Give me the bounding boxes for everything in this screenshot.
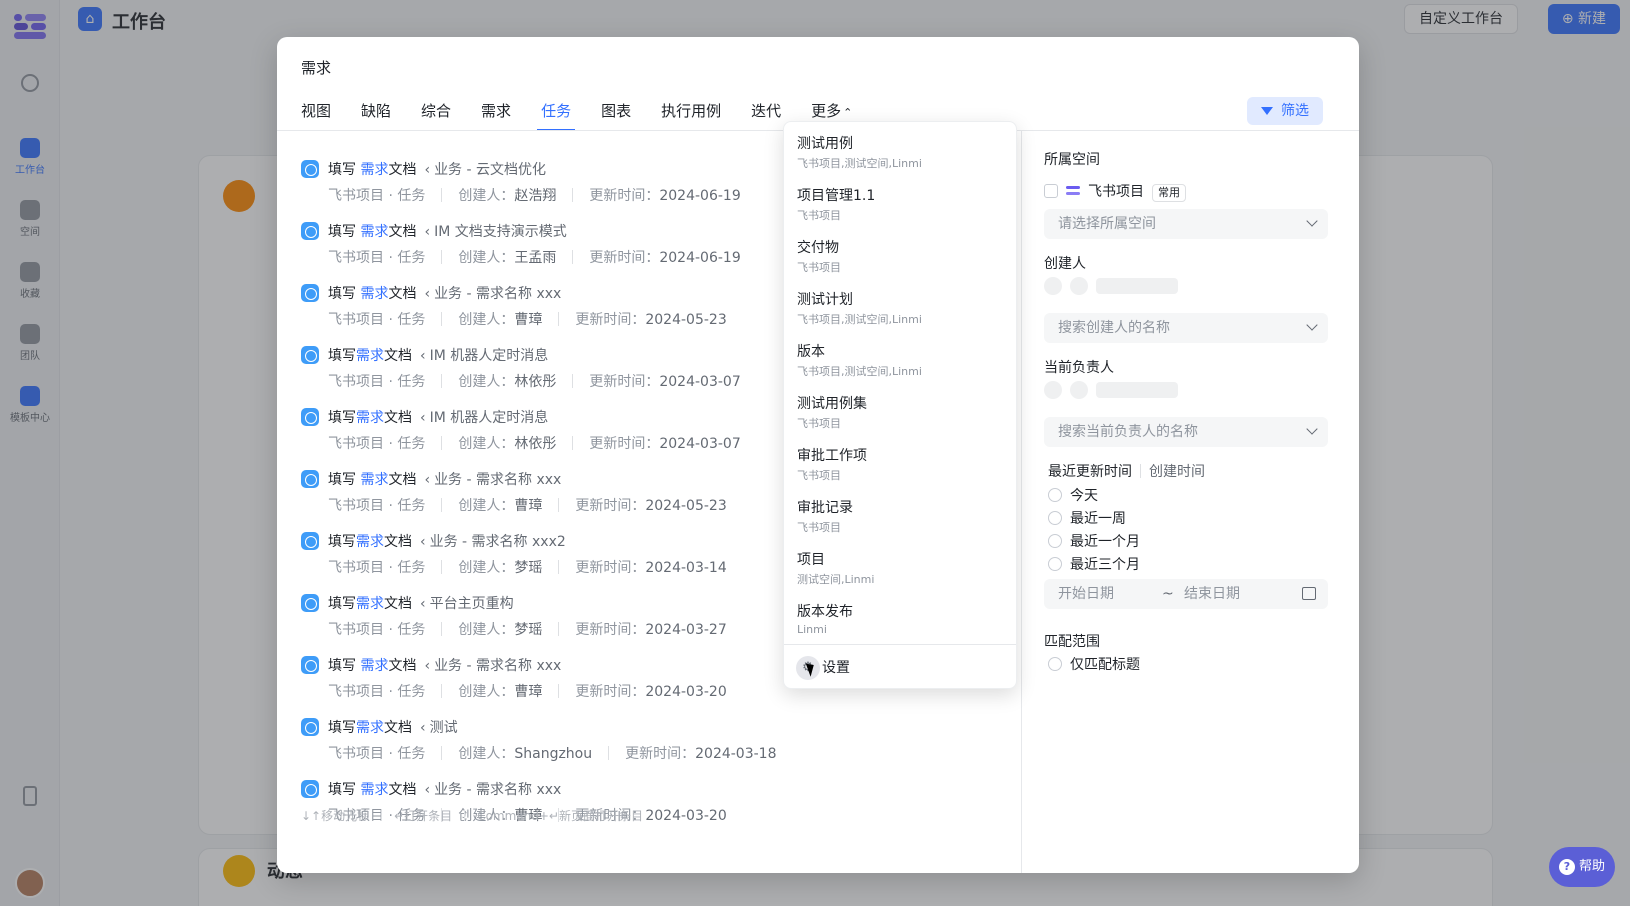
result-title: 填写 需求文档 ‹ 业务 - 需求名称 xxx bbox=[328, 472, 562, 488]
chevron-left-icon: ‹ bbox=[424, 286, 431, 302]
radio-title-only[interactable]: 仅匹配标题 bbox=[1048, 654, 1140, 674]
space-option-feishu[interactable]: 飞书项目 常用 bbox=[1044, 181, 1186, 202]
menu-item[interactable]: 测试计划 飞书项目,测试空间,Linmi bbox=[784, 282, 1016, 334]
task-icon bbox=[301, 594, 319, 612]
task-icon bbox=[301, 222, 319, 240]
menu-item[interactable]: 项目管理1.1 飞书项目 bbox=[784, 178, 1016, 230]
result-meta: 飞书项目 · 任务 创建人：王孟雨 更新时间：2024-06-19 bbox=[328, 250, 741, 266]
tab-view[interactable]: 视图 bbox=[301, 99, 331, 131]
menu-settings[interactable]: ⚙ 设置 bbox=[796, 653, 850, 683]
task-icon bbox=[301, 532, 319, 550]
menu-item[interactable]: 版本发布 Linmi bbox=[784, 594, 1016, 646]
result-meta: 飞书项目 · 任务 创建人：梦瑶 更新时间：2024-03-27 bbox=[328, 622, 727, 638]
radio-last-three-months[interactable]: 最近三个月 bbox=[1048, 554, 1140, 574]
chevron-left-icon: ‹ bbox=[424, 224, 431, 240]
tab-all[interactable]: 综合 bbox=[421, 99, 451, 131]
chevron-left-icon: ‹ bbox=[420, 348, 426, 364]
more-menu: ⚙ 设置 测试用例 飞书项目,测试空间,Linmi 项目管理1.1 飞书项目 交付物 飞书项… bbox=[783, 121, 1017, 689]
task-icon bbox=[301, 284, 319, 302]
creator-filter-label: 创建人 bbox=[1044, 256, 1086, 272]
chevron-left-icon: ‹ bbox=[424, 472, 431, 488]
result-title: 填写需求文档 ‹ IM 机器人定时消息 bbox=[328, 410, 549, 426]
task-icon bbox=[301, 718, 319, 736]
result-meta: 飞书项目 · 任务 创建人：曹璋 更新时间：2024-03-20 bbox=[328, 684, 727, 700]
project-icon bbox=[1066, 186, 1080, 196]
tab-chart[interactable]: 图表 bbox=[601, 99, 631, 131]
result-title: 填写需求文档 ‹ 业务 - 需求名称 xxx2 bbox=[328, 534, 566, 550]
menu-item[interactable]: 审批记录 飞书项目 bbox=[784, 490, 1016, 542]
result-title: 填写 需求文档 ‹ 业务 - 需求名称 xxx bbox=[328, 782, 562, 798]
filter-icon bbox=[1261, 107, 1273, 115]
result-title: 填写需求文档 ‹ 平台主页重构 bbox=[328, 596, 514, 612]
menu-item[interactable]: 项目 测试空间,Linmi bbox=[784, 542, 1016, 594]
result-meta: 飞书项目 · 任务 创建人：Shangzhou 更新时间：2024-03-18 bbox=[328, 746, 777, 762]
chevron-left-icon: ‹ bbox=[424, 162, 431, 178]
result-title: 填写 需求文档 ‹ 业务 - 需求名称 xxx bbox=[328, 658, 562, 674]
tab-defect[interactable]: 缺陷 bbox=[361, 99, 391, 131]
menu-item[interactable]: 测试用例 飞书项目,测试空间,Linmi bbox=[784, 126, 1016, 178]
match-scope-label: 匹配范围 bbox=[1044, 634, 1100, 650]
tab-test-execution[interactable]: 执行用例 bbox=[661, 99, 721, 131]
time-type-tabs: 最近更新时间 创建时间 bbox=[1048, 461, 1205, 481]
date-range-picker[interactable]: 开始日期 ~ 结束日期 bbox=[1044, 579, 1328, 609]
calendar-icon bbox=[1302, 587, 1316, 600]
task-icon bbox=[301, 470, 319, 488]
checkbox[interactable] bbox=[1044, 184, 1058, 198]
space-select[interactable]: 请选择所属空间 bbox=[1044, 209, 1328, 239]
result-meta: 飞书项目 · 任务 创建人：林依彤 更新时间：2024-03-07 bbox=[328, 374, 741, 390]
radio-last-week[interactable]: 最近一周 bbox=[1048, 508, 1126, 528]
result-title: 填写 需求文档 ‹ IM 文档支持演示模式 bbox=[328, 224, 567, 240]
task-icon bbox=[301, 656, 319, 674]
end-date-input[interactable]: 结束日期 bbox=[1184, 579, 1240, 609]
result-meta: 飞书项目 · 任务 创建人：赵浩翔 更新时间：2024-06-19 bbox=[328, 188, 741, 204]
result-meta: 飞书项目 · 任务 创建人：梦瑶 更新时间：2024-03-14 bbox=[328, 560, 727, 576]
chevron-down-icon bbox=[1306, 215, 1318, 227]
task-icon bbox=[301, 346, 319, 364]
keyboard-hints: ↓↑移动光标 ↵打开条目 Command+↵新页面打开条目 bbox=[301, 809, 643, 823]
radio-today[interactable]: 今天 bbox=[1048, 485, 1098, 505]
radio-last-month[interactable]: 最近一个月 bbox=[1048, 531, 1140, 551]
task-icon bbox=[301, 408, 319, 426]
menu-item[interactable]: 交付物 飞书项目 bbox=[784, 230, 1016, 282]
menu-item[interactable]: 版本 飞书项目,测试空间,Linmi bbox=[784, 334, 1016, 386]
result-title: 填写 需求文档 ‹ 业务 - 需求名称 xxx bbox=[328, 286, 562, 302]
tab-iteration[interactable]: 迭代 bbox=[751, 99, 781, 131]
chevron-down-icon bbox=[1306, 319, 1318, 331]
chevron-left-icon: ‹ bbox=[420, 596, 426, 612]
tab-updated-time[interactable]: 最近更新时间 bbox=[1048, 464, 1132, 480]
chevron-down-icon bbox=[1306, 423, 1318, 435]
result-meta: 飞书项目 · 任务 创建人：曹璋 更新时间：2024-05-23 bbox=[328, 498, 727, 514]
creator-search[interactable]: 搜索创建人的名称 bbox=[1044, 313, 1328, 343]
result-title: 填写 需求文档 ‹ 业务 - 云文档优化 bbox=[328, 162, 547, 178]
result-item[interactable]: 填写需求文档 ‹ 测试飞书项目 · 任务 创建人：Shangzhou 更新时间：2024… bbox=[301, 707, 1001, 771]
task-icon bbox=[301, 160, 319, 178]
result-title: 填写需求文档 ‹ 测试 bbox=[328, 720, 458, 736]
space-filter-label: 所属空间 bbox=[1044, 152, 1100, 168]
owner-filter-label: 当前负责人 bbox=[1044, 360, 1114, 376]
frequent-tag: 常用 bbox=[1152, 184, 1186, 202]
result-title: 填写需求文档 ‹ IM 机器人定时消息 bbox=[328, 348, 549, 364]
chevron-left-icon: ‹ bbox=[420, 720, 426, 736]
tab-requirement[interactable]: 需求 bbox=[481, 99, 511, 131]
menu-item[interactable]: 审批工作项 飞书项目 bbox=[784, 438, 1016, 490]
owner-search[interactable]: 搜索当前负责人的名称 bbox=[1044, 417, 1328, 447]
chevron-left-icon: ‹ bbox=[420, 410, 426, 426]
task-icon bbox=[301, 780, 319, 798]
tab-created-time[interactable]: 创建时间 bbox=[1149, 464, 1205, 480]
result-meta: 飞书项目 · 任务 创建人：曹璋 更新时间：2024-05-23 bbox=[328, 312, 727, 328]
search-query[interactable]: 需求 bbox=[301, 57, 331, 78]
menu-item[interactable]: 测试用例集 飞书项目 bbox=[784, 386, 1016, 438]
filter-button[interactable]: 筛选 bbox=[1247, 97, 1323, 125]
filter-panel: 所属空间 飞书项目 常用 请选择所属空间 创建人 搜索创建人的名称 当前负责人 搜… bbox=[1022, 131, 1359, 873]
start-date-input[interactable]: 开始日期 bbox=[1058, 579, 1114, 609]
chevron-left-icon: ‹ bbox=[424, 658, 431, 674]
chevron-left-icon: ‹ bbox=[424, 782, 431, 798]
loading-skeleton bbox=[1044, 381, 1186, 399]
chevron-left-icon: ‹ bbox=[420, 534, 426, 550]
result-meta: 飞书项目 · 任务 创建人：林依彤 更新时间：2024-03-07 bbox=[328, 436, 741, 452]
loading-skeleton bbox=[1044, 277, 1186, 295]
help-button[interactable]: ? 帮助 bbox=[1549, 847, 1615, 887]
question-icon: ? bbox=[1558, 859, 1575, 875]
tab-task[interactable]: 任务 bbox=[537, 99, 576, 131]
